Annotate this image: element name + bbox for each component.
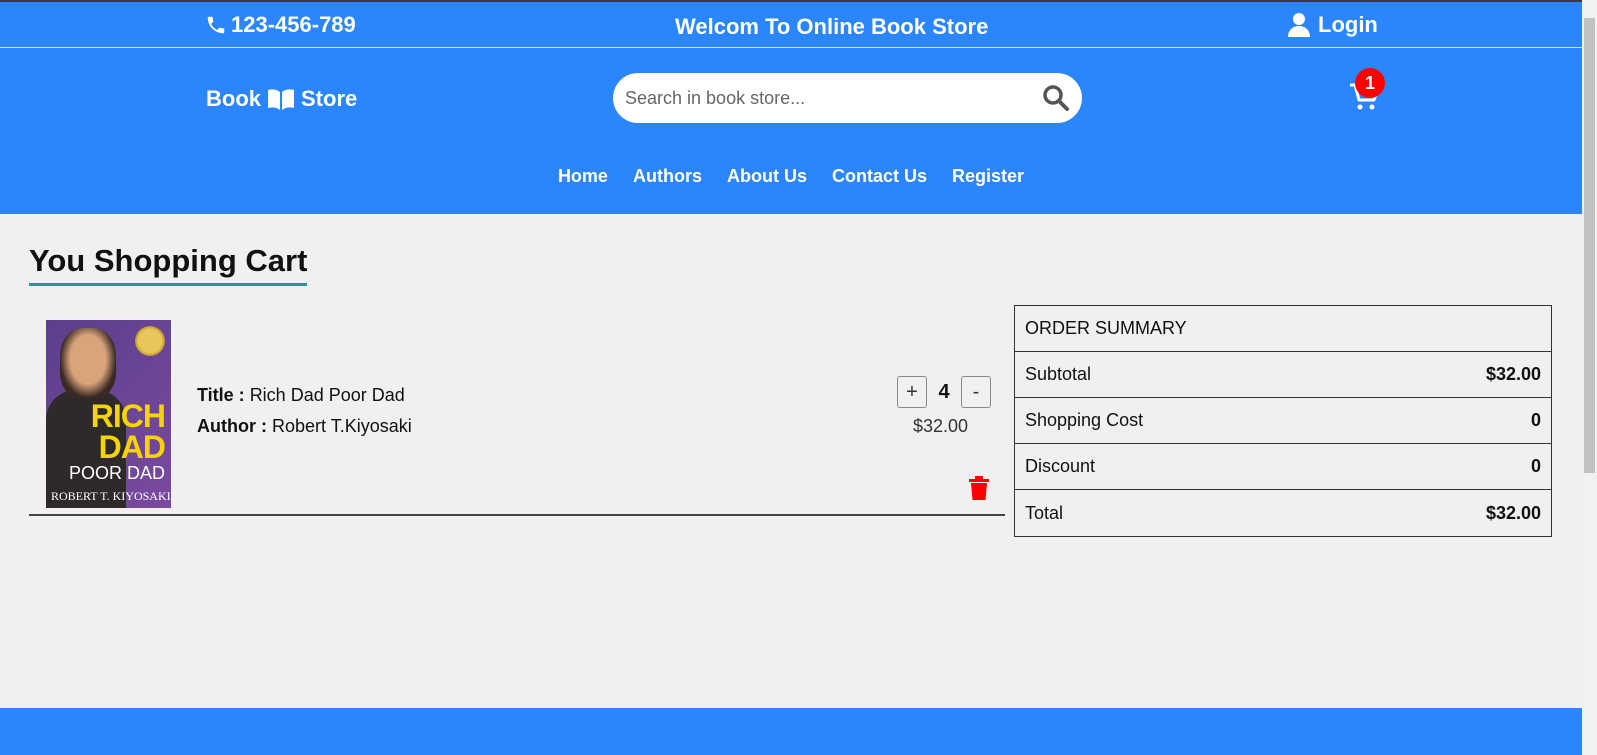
quantity-stepper: + 4 -	[897, 376, 991, 408]
search-input[interactable]	[625, 87, 1042, 109]
summary-value: $32.00	[1485, 502, 1541, 523]
summary-label: Subtotal	[1025, 364, 1092, 384]
summary-value: 0	[1530, 456, 1541, 476]
login-link[interactable]: Login	[1288, 12, 1378, 38]
cart-count-badge: 1	[1355, 68, 1385, 98]
scrollbar[interactable]	[1582, 0, 1597, 755]
cart-button[interactable]: 1	[1348, 68, 1385, 112]
welcome-text: Welcom To Online Book Store	[675, 14, 989, 39]
item-info: Title : Rich Dad Poor Dad Author : Rober…	[197, 380, 412, 442]
user-icon	[1288, 13, 1310, 37]
trash-icon[interactable]	[968, 476, 990, 500]
summary-value: $32.00	[1485, 364, 1541, 384]
scrollbar-thumb[interactable]	[1584, 18, 1595, 473]
author-label: Author :	[197, 416, 267, 436]
phone-icon	[207, 16, 225, 34]
login-label: Login	[1318, 12, 1378, 37]
summary-label: Shopping Cost	[1025, 410, 1144, 430]
item-author-row: Author : Robert T.Kiyosaki	[197, 411, 412, 442]
nav-about-us[interactable]: About Us	[727, 166, 807, 186]
logo-text-book: Book	[206, 86, 261, 111]
top-bar: 123-456-789 Welcom To Online Book Store …	[0, 0, 1582, 48]
header: Book Store 1 Home Authors About Us Conta…	[0, 48, 1582, 214]
summary-label: Discount	[1025, 456, 1096, 476]
summary-row-subtotal: Subtotal $32.00	[1015, 352, 1551, 398]
summary-heading-text: ORDER SUMMARY	[1025, 318, 1187, 338]
phone-number: 123-456-789	[231, 12, 356, 37]
book-cover-image[interactable]: RICH DAD POOR DAD ROBERT T. KIYOSAKI	[46, 320, 171, 508]
nav-authors[interactable]: Authors	[633, 166, 702, 186]
summary-row-shopping-cost: Shopping Cost 0	[1015, 398, 1551, 444]
nav-register[interactable]: Register	[952, 166, 1024, 186]
search-bar	[613, 73, 1082, 123]
cart-item: RICH DAD POOR DAD ROBERT T. KIYOSAKI Tit…	[29, 304, 1005, 516]
summary-row-discount: Discount 0	[1015, 444, 1551, 490]
footer	[0, 708, 1582, 755]
search-icon[interactable]	[1042, 84, 1070, 112]
summary-heading: ORDER SUMMARY	[1015, 306, 1551, 352]
item-title-row: Title : Rich Dad Poor Dad	[197, 380, 412, 411]
book-open-icon	[268, 89, 294, 110]
logo-text-store: Store	[301, 86, 358, 111]
logo[interactable]: Book Store	[206, 86, 357, 112]
item-title: Rich Dad Poor Dad	[249, 385, 405, 405]
item-author: Robert T.Kiyosaki	[272, 416, 412, 436]
page-title: You Shopping Cart	[29, 243, 308, 286]
increase-quantity-button[interactable]: +	[897, 376, 927, 408]
summary-row-total: Total $32.00	[1015, 490, 1551, 536]
phone-contact[interactable]: 123-456-789	[205, 12, 356, 38]
main-nav: Home Authors About Us Contact Us Registe…	[0, 166, 1582, 187]
summary-value: 0	[1530, 410, 1541, 430]
decrease-quantity-button[interactable]: -	[961, 376, 991, 408]
nav-home[interactable]: Home	[558, 166, 608, 186]
order-summary: ORDER SUMMARY Subtotal $32.00 Shopping C…	[1014, 305, 1552, 537]
summary-label: Total	[1025, 502, 1064, 523]
item-price: $32.00	[913, 416, 969, 436]
quantity-value: 4	[938, 380, 950, 403]
title-label: Title :	[197, 385, 245, 405]
nav-contact-us[interactable]: Contact Us	[832, 166, 927, 186]
